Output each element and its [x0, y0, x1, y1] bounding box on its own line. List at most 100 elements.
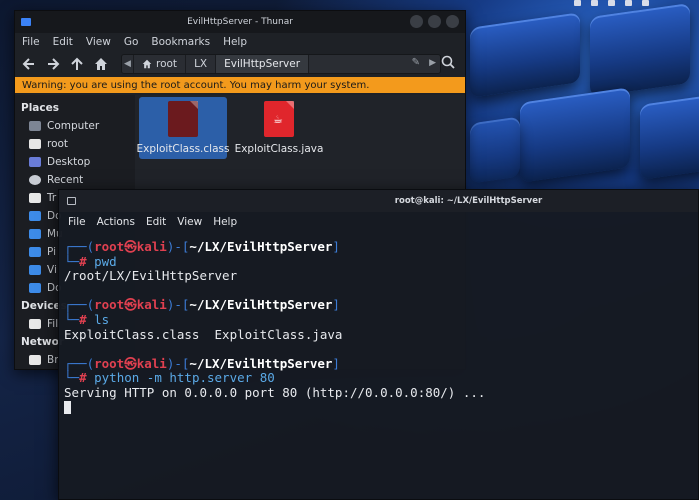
close-button[interactable]: [446, 15, 459, 28]
prompt-user: root: [94, 297, 125, 313]
menu-bookmarks[interactable]: Bookmarks: [151, 36, 210, 48]
prompt-user: root: [94, 355, 125, 371]
path-segment-label: root: [156, 58, 178, 70]
top-panel: [459, 0, 699, 8]
path-segment-lx[interactable]: LX: [186, 55, 217, 73]
output-line: Serving HTTP on 0.0.0.0 port 80 (http://…: [64, 384, 486, 400]
wallpaper-key: [640, 95, 699, 180]
home-small-icon: [142, 59, 152, 69]
sidebar-item-label: Recent: [47, 174, 84, 186]
network-icon[interactable]: [591, 0, 598, 6]
videos-icon: [29, 265, 41, 275]
menu-file[interactable]: File: [68, 216, 86, 228]
command-line: └─# pwd: [64, 253, 117, 269]
terminal-title: root@kali: ~/LX/EvilHttpServer: [394, 196, 543, 206]
trash-icon: [29, 193, 41, 203]
prompt-dir: ~/LX/EvilHttpServer: [189, 297, 333, 313]
menu-actions[interactable]: Actions: [97, 216, 135, 228]
terminal-menubar: File Actions Edit View Help: [59, 212, 698, 232]
edit-location-icon[interactable]: ✎: [412, 57, 420, 68]
sidebar-item-root[interactable]: root: [15, 135, 135, 153]
path-scroll-left-icon[interactable]: ◀: [122, 55, 134, 73]
thunar-titlebar[interactable]: EvilHttpServer - Thunar: [15, 11, 465, 33]
places-header: Places: [21, 102, 59, 114]
wallpaper-key: [520, 87, 630, 183]
path-segment-root[interactable]: root: [134, 55, 187, 73]
prompt-line: ┌──(root㉿kali)-[~/LX/EvilHttpServer]: [64, 239, 340, 254]
sidebar-item-desktop[interactable]: Desktop: [15, 153, 135, 171]
menu-go[interactable]: Go: [124, 36, 139, 48]
prompt-at: ㉿: [124, 239, 137, 254]
prompt-host: kali: [136, 239, 167, 254]
sidebar-item-recent[interactable]: Recent: [15, 171, 135, 189]
path-scroll-right-icon[interactable]: ▶: [429, 58, 436, 68]
file-item-exploitclass-class[interactable]: ExploitClass.class: [137, 97, 229, 159]
prompt-host: kali: [136, 297, 167, 313]
browse-network-icon: [29, 355, 41, 365]
prompt-at: ㉿: [124, 297, 137, 313]
prompt-host: kali: [136, 355, 167, 371]
drive-icon: [29, 319, 41, 329]
file-item-exploitclass-java[interactable]: ☕ ExploitClass.java: [235, 97, 323, 159]
class-file-icon: [168, 101, 198, 137]
back-arrow-icon[interactable]: [21, 56, 37, 72]
terminal-window: root@kali: ~/LX/EvilHttpServer File Acti…: [58, 189, 699, 500]
output-line: /root/LX/EvilHttpServer: [64, 268, 238, 284]
wallpaper-key: [470, 116, 520, 184]
terminal-titlebar[interactable]: root@kali: ~/LX/EvilHttpServer: [59, 190, 698, 212]
command-line: └─# ls: [64, 311, 110, 327]
menu-view[interactable]: View: [86, 36, 111, 48]
menu-file[interactable]: File: [22, 36, 40, 48]
command-text: ls: [94, 311, 110, 327]
command-line: └─# python -m http.server 80: [64, 370, 275, 386]
prompt-dir: ~/LX/EvilHttpServer: [189, 355, 333, 371]
path-segment-current[interactable]: EvilHttpServer: [216, 55, 310, 73]
sidebar-item-label: Pi: [47, 246, 57, 258]
menu-help[interactable]: Help: [223, 36, 247, 48]
menubar: File Edit View Go Bookmarks Help: [15, 33, 465, 51]
forward-arrow-icon[interactable]: [45, 56, 61, 72]
home-folder-icon: [29, 139, 41, 149]
battery-icon[interactable]: [642, 0, 649, 6]
minimize-button[interactable]: [410, 15, 423, 28]
menu-help[interactable]: Help: [213, 216, 237, 228]
location-bar: ◀ root LX EvilHttpServer ✎ ▶: [121, 54, 441, 74]
prompt-at: ㉿: [124, 355, 137, 371]
output-line: ExploitClass.class ExploitClass.java: [64, 326, 343, 342]
prompt-user: root: [94, 239, 125, 254]
sidebar-item-label: Desktop: [47, 156, 91, 168]
up-arrow-icon[interactable]: [69, 56, 85, 72]
folder-icon: [29, 211, 41, 221]
sound-icon[interactable]: [608, 0, 615, 6]
music-icon: [29, 229, 41, 239]
sidebar-item-computer[interactable]: Computer: [15, 117, 135, 135]
toolbar: ◀ root LX EvilHttpServer ✎ ▶: [15, 51, 465, 77]
computer-icon: [29, 121, 41, 131]
java-file-icon: ☕: [264, 101, 294, 137]
prompt-line: ┌──(root㉿kali)-[~/LX/EvilHttpServer]: [64, 297, 340, 313]
maximize-button[interactable]: [428, 15, 441, 28]
root-warning-bar: Warning: you are using the root account.…: [15, 77, 465, 93]
sidebar-item-label: Fil: [47, 318, 59, 330]
terminal-screen[interactable]: ┌──(root㉿kali)-[~/LX/EvilHttpServer] └─#…: [59, 239, 698, 499]
prompt-line: ┌──(root㉿kali)-[~/LX/EvilHttpServer]: [64, 355, 340, 371]
prompt-dir: ~/LX/EvilHttpServer: [189, 239, 333, 254]
indicator-icon[interactable]: [574, 0, 581, 6]
file-name: ExploitClass.java: [234, 143, 324, 155]
recent-icon: [29, 175, 41, 185]
command-text: pwd: [94, 253, 117, 269]
sidebar-item-label: root: [47, 138, 69, 150]
sidebar-item-label: Tr: [47, 192, 57, 204]
menu-edit[interactable]: Edit: [146, 216, 166, 228]
menu-view[interactable]: View: [177, 216, 202, 228]
search-icon[interactable]: [441, 55, 457, 71]
sidebar-item-label: Br: [47, 354, 59, 366]
desktop-icon: [29, 157, 41, 167]
text-cursor: [64, 400, 71, 414]
home-icon[interactable]: [93, 56, 109, 72]
downloads-icon: [29, 283, 41, 293]
wallpaper-key: [590, 2, 690, 98]
menu-edit[interactable]: Edit: [53, 36, 73, 48]
notification-icon[interactable]: [625, 0, 632, 6]
wallpaper-key: [470, 12, 580, 98]
